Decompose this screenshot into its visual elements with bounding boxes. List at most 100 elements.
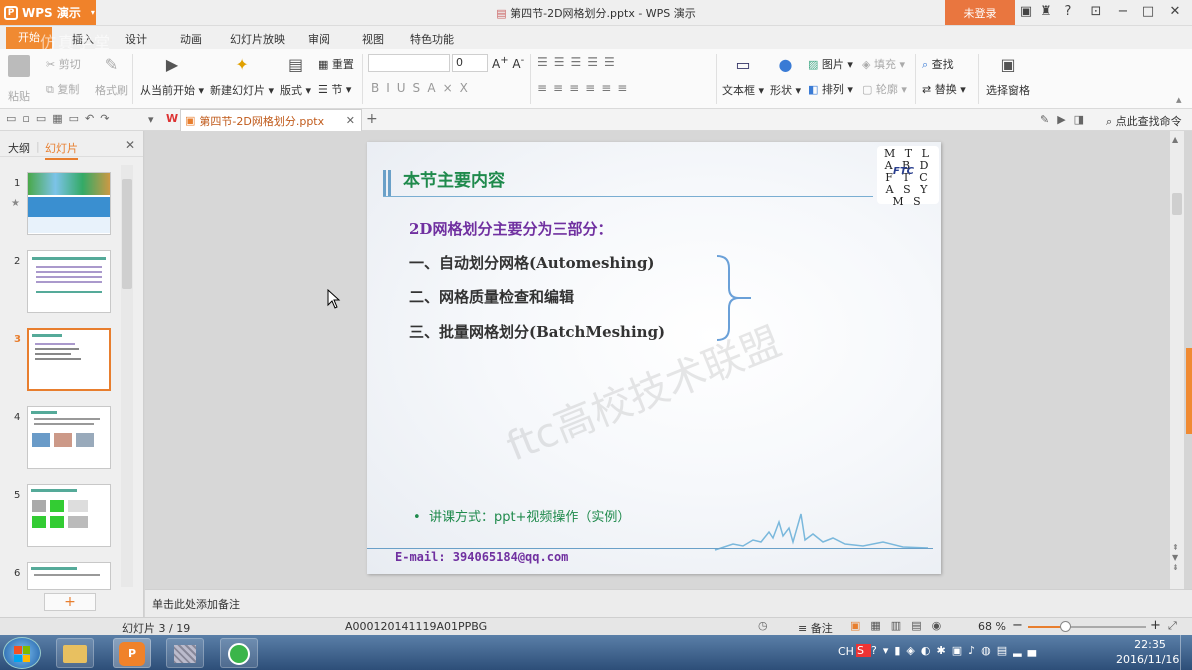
shape-button[interactable]: ● 形状 ▾ (770, 55, 801, 98)
zoom-slider[interactable] (1028, 621, 1146, 632)
explorer-taskbar-icon[interactable] (56, 638, 94, 668)
wps-home-icon[interactable]: W (166, 112, 178, 125)
slide-title: 本节主要内容 (403, 171, 505, 191)
system-tray-icons[interactable]: S?▾▮◈◐✱▣♪◍▤▂▄ (856, 644, 1042, 657)
restore-ribbon-icon[interactable]: ⊡ (1085, 3, 1107, 21)
outline-button[interactable]: ▢ 轮廓 ▾ (862, 81, 907, 97)
document-tab[interactable]: ▣ 第四节-2D网格划分.pptx ✕ (180, 109, 362, 131)
clock-date[interactable]: 2016/11/16 (1116, 653, 1179, 666)
copy-icon: ⧉ (46, 83, 54, 96)
add-slide-button[interactable]: + (44, 593, 96, 611)
paste-button[interactable]: 粘贴 (8, 55, 30, 104)
arrange-button[interactable]: ◧ 排列 ▾ (808, 81, 853, 97)
textbox-button[interactable]: ▭ 文本框 ▾ (722, 55, 764, 98)
clock-time[interactable]: 22:35 (1130, 638, 1170, 651)
font-name-field[interactable] (368, 54, 450, 72)
collapse-ribbon-icon[interactable]: ▴ (1176, 93, 1182, 106)
section-icon: ☰ (318, 83, 328, 96)
tab-outline[interactable]: 大纲 (8, 140, 30, 156)
skin-icon[interactable]: ▣ (1015, 3, 1037, 21)
section-button[interactable]: ☰ 节 ▾ (318, 81, 351, 97)
thumbnail-scrollbar[interactable] (121, 165, 133, 587)
slide-thumbnail-3[interactable] (27, 328, 111, 391)
document-tab-label: 第四节-2D网格划分.pptx (199, 114, 325, 128)
page-nav-icons[interactable]: ⇞ ▼ ⇟ (1172, 543, 1179, 573)
zoom-in-button[interactable]: + (1150, 618, 1161, 633)
tab-design[interactable]: 设计 (125, 31, 147, 47)
editor-scrollbar[interactable]: ▲ ⇞ ▼ ⇟ (1170, 131, 1184, 589)
start-button[interactable] (3, 637, 41, 669)
format-painter-button[interactable]: ✎ 格式刷 (95, 55, 128, 98)
paragraph-buttons-row2[interactable]: ≡≡≡≡≡≡ (537, 81, 633, 95)
slide-thumbnail-2[interactable] (27, 250, 111, 313)
play-from-current-label: 从当前开始 ▾ (140, 84, 205, 97)
slide-item-1: 一、自动划分网格(Automeshing) (409, 254, 655, 272)
slide-thumbnail-6[interactable] (27, 562, 111, 590)
play-from-current-button[interactable]: ▶ 从当前开始 ▾ (140, 55, 204, 98)
picture-button[interactable]: ▨ 图片 ▾ (808, 56, 853, 72)
new-tab-button[interactable]: + (366, 111, 378, 127)
zoom-slider-handle[interactable] (1060, 621, 1071, 632)
scroll-up-icon[interactable]: ▲ (1172, 135, 1178, 144)
new-slide-button[interactable]: ✦ 新建幻灯片 ▾ (210, 55, 274, 98)
input-language[interactable]: CH (838, 645, 854, 658)
slide-thumbnail-1[interactable] (27, 172, 111, 235)
copy-button[interactable]: ⧉ 复制 (46, 81, 79, 97)
tab-slides[interactable]: 幻灯片 (45, 140, 78, 160)
help-tray-icon: ? (870, 644, 883, 657)
zoom-level[interactable]: 68 % (978, 620, 1006, 633)
tab-slideshow[interactable]: 幻灯片放映 (230, 31, 285, 47)
paragraph-buttons-row1[interactable]: ☰☰☰☰☰ (537, 55, 621, 69)
reset-button[interactable]: ▦ 重置 (318, 56, 354, 72)
maximize-button[interactable]: □ (1137, 3, 1159, 21)
find-label: 查找 (931, 58, 954, 71)
replace-button[interactable]: ⇄ 替换 ▾ (922, 81, 966, 97)
mesh-app-taskbar-icon[interactable] (166, 638, 204, 668)
zoom-out-button[interactable]: − (1012, 618, 1023, 633)
layout-button[interactable]: ▤ 版式 ▾ (280, 55, 311, 98)
slide-thumbnail-4[interactable] (27, 406, 111, 469)
view-mode-icons[interactable]: ▣▦▥▤◉ (850, 619, 951, 632)
grow-font-icon[interactable]: A+ A- (492, 55, 524, 71)
login-button[interactable]: 未登录 (945, 0, 1015, 25)
close-button[interactable]: ✕ (1164, 3, 1186, 21)
slide-panel: 大纲 | 幻灯片 ✕ 1 ★ 2 3 4 5 6 + (0, 131, 144, 617)
scroll-thumb[interactable] (122, 179, 132, 289)
fit-window-icon[interactable]: ⤢ (1168, 619, 1177, 633)
tab-review[interactable]: 审阅 (308, 31, 330, 47)
tab-special[interactable]: 特色功能 (410, 31, 454, 47)
show-desktop-button[interactable] (1180, 635, 1192, 670)
command-search[interactable]: ⌕ 点此查找命令 (1106, 113, 1182, 129)
quick-access-icons[interactable]: ▭▫▭▦▭↶↷ (6, 112, 115, 125)
close-panel-icon[interactable]: ✕ (125, 138, 135, 152)
help-icon[interactable]: ? (1057, 3, 1079, 21)
notes-toggle[interactable]: ≡ 备注 (798, 620, 833, 636)
quick-access-dropdown-icon[interactable]: ▾ (148, 113, 154, 126)
font-size-field[interactable]: 0 (452, 54, 488, 72)
scissors-icon: ✂ (46, 58, 56, 71)
tab-view[interactable]: 视图 (362, 31, 384, 47)
tab-animation[interactable]: 动画 (180, 31, 202, 47)
close-tab-icon[interactable]: ✕ (346, 114, 355, 127)
fill-button[interactable]: ◈ 填充 ▾ (862, 56, 905, 72)
slide-counter: 幻灯片 3 / 19 (122, 622, 191, 635)
find-button[interactable]: ⌕ 查找 (922, 56, 954, 72)
quick-tools-icons[interactable]: ✎▶◨ (1040, 113, 1092, 126)
notes-pane[interactable]: 单击此处添加备注 (145, 589, 1192, 617)
clock-icon[interactable]: ◷ (758, 619, 768, 632)
slide-thumbnail-5[interactable] (27, 484, 111, 547)
browser-taskbar-icon[interactable] (220, 638, 258, 668)
side-tool-handle[interactable] (1186, 348, 1192, 434)
selection-pane-button[interactable]: ▣ 选择窗格 (986, 55, 1030, 98)
notes-placeholder[interactable]: 单击此处添加备注 (152, 596, 240, 612)
tray-app-icon: ◍ (981, 644, 997, 657)
minimize-button[interactable]: − (1112, 3, 1134, 21)
paste-label: 粘贴 (8, 90, 30, 103)
slide-canvas[interactable]: 本节主要内容 M T L A B D F T C A S Y M S FTC f… (367, 142, 941, 574)
scroll-thumb[interactable] (1172, 193, 1182, 215)
footer-email: E-mail: 394065184@qq.com (395, 550, 569, 564)
shirt-icon[interactable]: ♜ (1035, 3, 1057, 21)
cut-button[interactable]: ✂ 剪切 (46, 56, 81, 72)
wps-taskbar-icon[interactable]: P (113, 638, 151, 668)
font-style-buttons[interactable]: BIUSA×X (371, 81, 475, 95)
